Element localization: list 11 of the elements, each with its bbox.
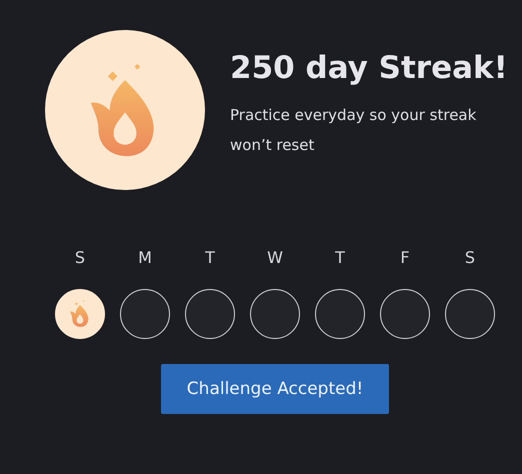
streak-title: 250 day Streak!	[230, 50, 508, 86]
weekday-label: W	[267, 248, 283, 267]
flame-icon	[69, 300, 91, 328]
challenge-accepted-button[interactable]: Challenge Accepted!	[161, 364, 389, 414]
weekday-label: T	[335, 248, 345, 267]
streak-message: Practice everyday so your streak won’t reset	[230, 105, 478, 156]
weekday-label: T	[205, 248, 215, 267]
weekday-label: S	[464, 248, 476, 267]
weekday-label: F	[400, 248, 410, 267]
weekday-label: S	[74, 248, 86, 267]
weekday-label: M	[138, 248, 152, 267]
